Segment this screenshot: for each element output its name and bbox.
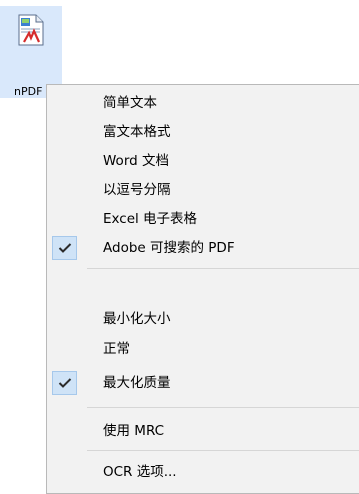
pdf-document-icon xyxy=(18,14,44,50)
menu-item-label: OCR 选项... xyxy=(103,464,177,480)
menu-item-searchable-pdf[interactable]: Adobe 可搜索的 PDF xyxy=(47,234,359,262)
checkmark-icon xyxy=(52,236,77,260)
menu-item-word[interactable]: Word 文档 xyxy=(47,147,359,175)
menu-item-use-mrc[interactable]: 使用 MRC xyxy=(47,417,359,445)
context-menu: 简单文本 富文本格式 Word 文档 以逗号分隔 Excel 电子表格 Adob… xyxy=(46,84,359,494)
menu-item-label: 最大化质量 xyxy=(103,375,171,391)
menu-item-maximize-quality[interactable]: 最大化质量 xyxy=(47,369,359,397)
menu-item-excel[interactable]: Excel 电子表格 xyxy=(47,205,359,233)
menu-item-label: Adobe 可搜索的 PDF xyxy=(103,240,235,256)
checkmark-icon xyxy=(52,371,77,395)
menu-item-label: 最小化大小 xyxy=(103,311,171,327)
menu-item-label: 使用 MRC xyxy=(103,423,165,439)
menu-item-label: 富文本格式 xyxy=(103,124,171,140)
menu-item-label: Excel 电子表格 xyxy=(103,211,198,227)
desktop-icon-label: nPDF xyxy=(14,85,43,98)
menu-item-label: 以逗号分隔 xyxy=(103,182,171,198)
menu-separator xyxy=(87,450,359,451)
menu-item-csv[interactable]: 以逗号分隔 xyxy=(47,176,359,204)
menu-item-simple-text[interactable]: 简单文本 xyxy=(47,89,359,117)
menu-item-ocr-options[interactable]: OCR 选项... xyxy=(47,458,359,486)
menu-item-normal[interactable]: 正常 xyxy=(47,335,359,363)
menu-item-rich-text[interactable]: 富文本格式 xyxy=(47,118,359,146)
menu-item-label: Word 文档 xyxy=(103,153,169,169)
menu-item-minimize-size[interactable]: 最小化大小 xyxy=(47,305,359,333)
menu-item-label: 简单文本 xyxy=(103,95,157,111)
menu-item-label: 正常 xyxy=(103,341,130,357)
menu-separator xyxy=(87,268,359,269)
menu-separator xyxy=(87,407,359,408)
